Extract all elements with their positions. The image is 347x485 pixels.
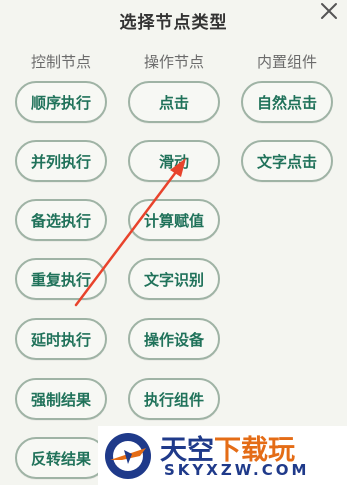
node-compute-assign-button[interactable]: 计算赋值 bbox=[128, 199, 220, 241]
close-icon[interactable] bbox=[318, 0, 340, 22]
column-header-builtin: 内置组件 bbox=[256, 53, 317, 71]
node-delay-button[interactable]: 延时执行 bbox=[15, 318, 107, 360]
node-sequential-button[interactable]: 顺序执行 bbox=[15, 81, 107, 123]
column-header-control: 控制节点 bbox=[30, 53, 91, 71]
dialog-title: 选择节点类型 bbox=[119, 13, 228, 33]
node-click-button[interactable]: 点击 bbox=[128, 81, 220, 123]
watermark-domain: SKYXZW.COM bbox=[164, 461, 310, 479]
node-invert-result-button[interactable]: 反转结果 bbox=[15, 437, 107, 479]
node-text-click-button[interactable]: 文字点击 bbox=[241, 140, 333, 182]
node-fallback-button[interactable]: 备选执行 bbox=[15, 199, 107, 241]
node-natural-click-button[interactable]: 自然点击 bbox=[241, 81, 333, 123]
watermark: 天空下载玩 SKYXZW.COM bbox=[98, 426, 347, 485]
watermark-logo-icon bbox=[105, 433, 151, 479]
node-force-result-button[interactable]: 强制结果 bbox=[15, 378, 107, 420]
node-text-recognition-button[interactable]: 文字识别 bbox=[128, 258, 220, 300]
column-header-operation: 操作节点 bbox=[143, 53, 204, 71]
node-repeat-button[interactable]: 重复执行 bbox=[15, 258, 107, 300]
node-run-component-button[interactable]: 执行组件 bbox=[128, 378, 220, 420]
node-parallel-button[interactable]: 并列执行 bbox=[15, 140, 107, 182]
node-operate-device-button[interactable]: 操作设备 bbox=[128, 318, 220, 360]
node-swipe-button[interactable]: 滑动 bbox=[128, 140, 220, 182]
close-icon-glyph bbox=[321, 3, 337, 19]
